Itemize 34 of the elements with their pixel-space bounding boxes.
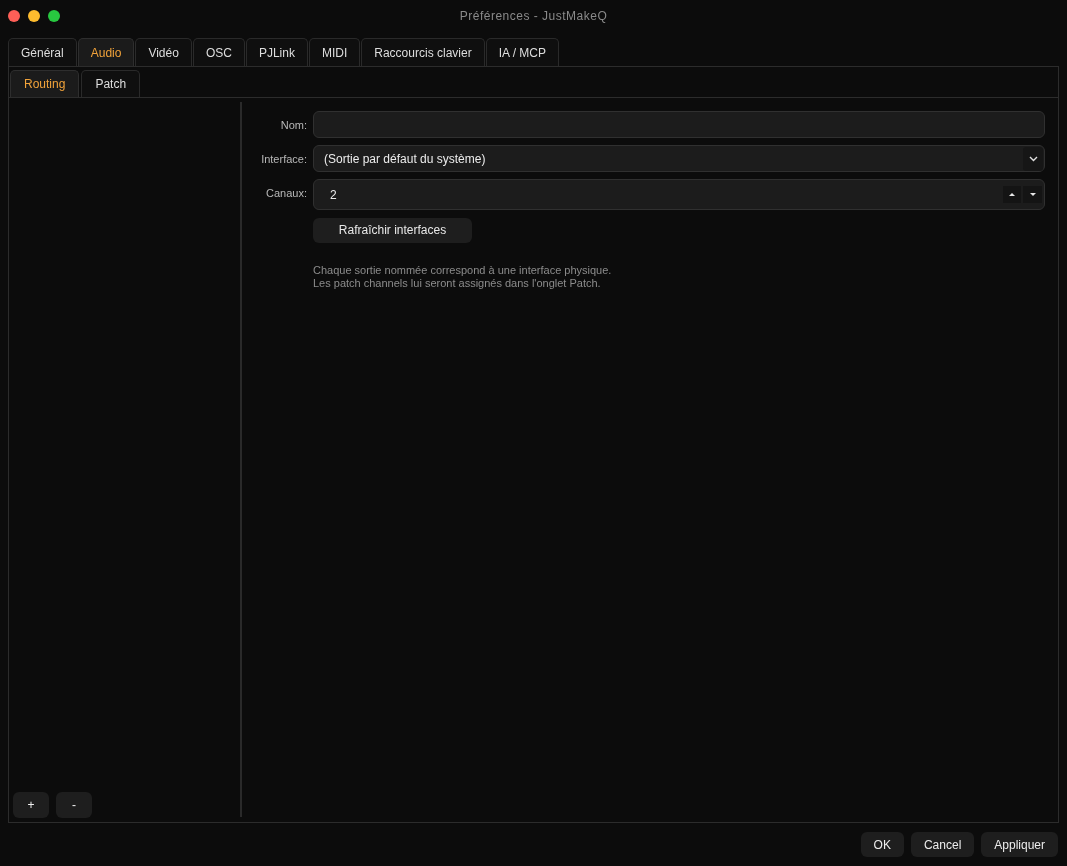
tab[interactable]: Raccourcis clavier <box>361 38 485 66</box>
minimize-icon[interactable] <box>28 10 40 22</box>
help-text: Les patch channels lui seront assignés dans l'onglet Patch. <box>313 276 602 290</box>
tab[interactable]: Audio <box>77 38 135 66</box>
field-label: Interface: <box>261 152 307 167</box>
ok-button[interactable]: OK <box>860 832 904 857</box>
tab[interactable]: OSC <box>192 38 245 66</box>
field-label: Canaux: <box>266 186 307 201</box>
triangle-up-icon <box>1009 193 1015 196</box>
cancel-button[interactable]: Cancel <box>910 832 975 857</box>
name-field[interactable] <box>313 111 1045 138</box>
spin-up-button[interactable] <box>1003 186 1021 203</box>
triangle-down-icon <box>1029 193 1036 196</box>
tab[interactable]: PJLink <box>245 38 308 66</box>
channels-spinbox[interactable]: 2 <box>313 179 1045 210</box>
window-title: Préférences - JustMakeQ <box>459 8 608 25</box>
apply-button[interactable]: Appliquer <box>981 832 1058 857</box>
tab[interactable]: Général <box>8 38 77 66</box>
interface-dropdown[interactable]: (Sortie par défaut du système) <box>313 145 1045 172</box>
add-button[interactable]: + <box>13 792 49 818</box>
remove-button[interactable]: - <box>56 792 92 818</box>
maximize-icon[interactable] <box>48 10 60 22</box>
field-label: Nom: <box>280 118 307 133</box>
close-icon[interactable] <box>8 10 20 22</box>
subtab[interactable]: Patch <box>81 70 141 97</box>
dropdown-button[interactable] <box>1023 146 1043 171</box>
refresh-interfaces-button[interactable]: Rafraîchir interfaces <box>313 217 472 243</box>
chevron-down-icon <box>1028 155 1038 162</box>
help-text: Chaque sortie nommée correspond à une interface physique. <box>313 263 613 277</box>
subtab[interactable]: Routing <box>10 70 80 97</box>
tab[interactable]: MIDI <box>308 38 361 66</box>
spin-down-button[interactable] <box>1023 186 1042 203</box>
tab[interactable]: Vidéo <box>135 38 192 66</box>
tab[interactable]: IA / MCP <box>485 38 559 66</box>
